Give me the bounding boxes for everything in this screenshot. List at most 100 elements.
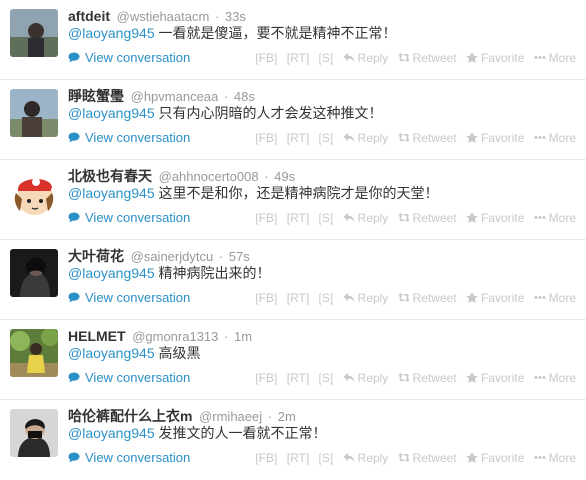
s-button[interactable]: [S] <box>319 291 334 305</box>
tweet-text: @laoyang945 这里不是和你，还是精神病院才是你的天堂！ <box>68 184 439 202</box>
favorite-button[interactable]: Favorite <box>466 371 524 385</box>
timestamp[interactable]: 2m <box>278 409 296 424</box>
mention-link[interactable]: @laoyang945 <box>68 105 155 121</box>
view-conversation-link[interactable]: View conversation <box>68 370 190 386</box>
separator-dot: · <box>214 9 220 24</box>
rt-button[interactable]: [RT] <box>287 371 309 385</box>
view-conversation-link[interactable]: View conversation <box>68 210 190 226</box>
tweet-header: aftdeit @wstiehaatacm · 33s <box>68 7 246 25</box>
user-fullname[interactable]: 睜眩蟹璺 <box>68 88 124 104</box>
fb-button[interactable]: [FB] <box>255 451 277 465</box>
more-button[interactable]: More <box>534 291 576 305</box>
user-handle[interactable]: @rmihaeej <box>199 409 262 424</box>
timestamp[interactable]: 48s <box>234 89 255 104</box>
user-fullname[interactable]: 北极也有春天 <box>68 168 152 184</box>
reply-button[interactable]: Reply <box>343 131 388 145</box>
more-label: More <box>548 51 576 65</box>
reply-arrow-icon <box>343 373 355 382</box>
retweet-button[interactable]: Retweet <box>397 51 457 65</box>
reply-button[interactable]: Reply <box>343 451 388 465</box>
favorite-button[interactable]: Favorite <box>466 131 524 145</box>
rt-button[interactable]: [RT] <box>287 211 309 225</box>
mention-link[interactable]: @laoyang945 <box>68 265 155 281</box>
timestamp[interactable]: 49s <box>274 169 295 184</box>
mention-link[interactable]: @laoyang945 <box>68 25 155 41</box>
more-button[interactable]: More <box>534 371 576 385</box>
avatar[interactable] <box>10 249 58 297</box>
reply-button[interactable]: Reply <box>343 291 388 305</box>
fb-button[interactable]: [FB] <box>255 291 277 305</box>
user-fullname[interactable]: aftdeit <box>68 8 110 24</box>
reply-arrow-icon <box>343 53 355 62</box>
retweet-label: Retweet <box>412 371 457 385</box>
s-button[interactable]: [S] <box>319 371 334 385</box>
favorite-button[interactable]: Favorite <box>466 451 524 465</box>
avatar[interactable] <box>10 169 58 217</box>
view-conversation-link[interactable]: View conversation <box>68 130 190 146</box>
user-handle[interactable]: @wstiehaatacm <box>117 9 210 24</box>
favorite-label: Favorite <box>480 371 525 385</box>
user-fullname[interactable]: 哈伦裤配什么上衣m <box>68 408 192 424</box>
speech-bubble-icon <box>68 52 80 63</box>
retweet-button[interactable]: Retweet <box>397 451 457 465</box>
more-dots-icon <box>534 456 546 459</box>
s-button[interactable]: [S] <box>319 451 334 465</box>
favorite-label: Favorite <box>480 211 525 225</box>
avatar[interactable] <box>10 9 58 57</box>
more-dots-icon <box>534 376 546 379</box>
retweet-button[interactable]: Retweet <box>397 371 457 385</box>
favorite-button[interactable]: Favorite <box>466 51 524 65</box>
more-button[interactable]: More <box>534 451 576 465</box>
user-handle[interactable]: @ahhnocerto008 <box>159 169 259 184</box>
view-conversation-link[interactable]: View conversation <box>68 50 190 66</box>
tweet-text: @laoyang945 只有内心阴暗的人才会发这种推文！ <box>68 104 383 122</box>
more-button[interactable]: More <box>534 51 576 65</box>
s-button[interactable]: [S] <box>319 211 334 225</box>
view-conversation-link[interactable]: View conversation <box>68 450 190 466</box>
s-button[interactable]: [S] <box>319 51 334 65</box>
view-conversation-link[interactable]: View conversation <box>68 290 190 306</box>
user-handle[interactable]: @sainerjdytcu <box>131 249 214 264</box>
avatar[interactable] <box>10 329 58 377</box>
mention-link[interactable]: @laoyang945 <box>68 425 155 441</box>
reply-button[interactable]: Reply <box>343 371 388 385</box>
separator-dot: · <box>218 249 224 264</box>
more-button[interactable]: More <box>534 211 576 225</box>
view-conversation-label: View conversation <box>85 290 191 305</box>
reply-button[interactable]: Reply <box>343 51 388 65</box>
more-button[interactable]: More <box>534 131 576 145</box>
timestamp[interactable]: 57s <box>229 249 250 264</box>
timestamp[interactable]: 1m <box>234 329 252 344</box>
retweet-button[interactable]: Retweet <box>397 131 457 145</box>
user-handle[interactable]: @gmonra1313 <box>132 329 218 344</box>
tweet-text: @laoyang945 精神病院出来的！ <box>68 264 271 282</box>
retweet-button[interactable]: Retweet <box>397 291 457 305</box>
tweet-body: 这里不是和你，还是精神病院才是你的天堂！ <box>154 185 439 201</box>
rt-button[interactable]: [RT] <box>287 131 309 145</box>
fb-button[interactable]: [FB] <box>255 131 277 145</box>
rt-button[interactable]: [RT] <box>287 291 309 305</box>
rt-button[interactable]: [RT] <box>287 51 309 65</box>
timestamp[interactable]: 33s <box>225 9 246 24</box>
fb-button[interactable]: [FB] <box>255 371 277 385</box>
mention-link[interactable]: @laoyang945 <box>68 185 155 201</box>
speech-bubble-icon <box>68 372 80 383</box>
s-button[interactable]: [S] <box>319 131 334 145</box>
reply-button[interactable]: Reply <box>343 211 388 225</box>
user-handle[interactable]: @hpvmanceaa <box>131 89 219 104</box>
avatar[interactable] <box>10 409 58 457</box>
mention-link[interactable]: @laoyang945 <box>68 345 155 361</box>
fb-button[interactable]: [FB] <box>255 211 277 225</box>
fb-button[interactable]: [FB] <box>255 51 277 65</box>
more-label: More <box>548 451 576 465</box>
user-fullname[interactable]: HELMET <box>68 328 126 344</box>
rt-button[interactable]: [RT] <box>287 451 309 465</box>
retweet-button[interactable]: Retweet <box>397 211 457 225</box>
user-fullname[interactable]: 大叶荷花 <box>68 248 124 264</box>
more-dots-icon <box>534 56 546 59</box>
more-dots-icon <box>534 136 546 139</box>
favorite-button[interactable]: Favorite <box>466 211 524 225</box>
favorite-button[interactable]: Favorite <box>466 291 524 305</box>
view-conversation-label: View conversation <box>85 450 191 465</box>
avatar[interactable] <box>10 89 58 137</box>
